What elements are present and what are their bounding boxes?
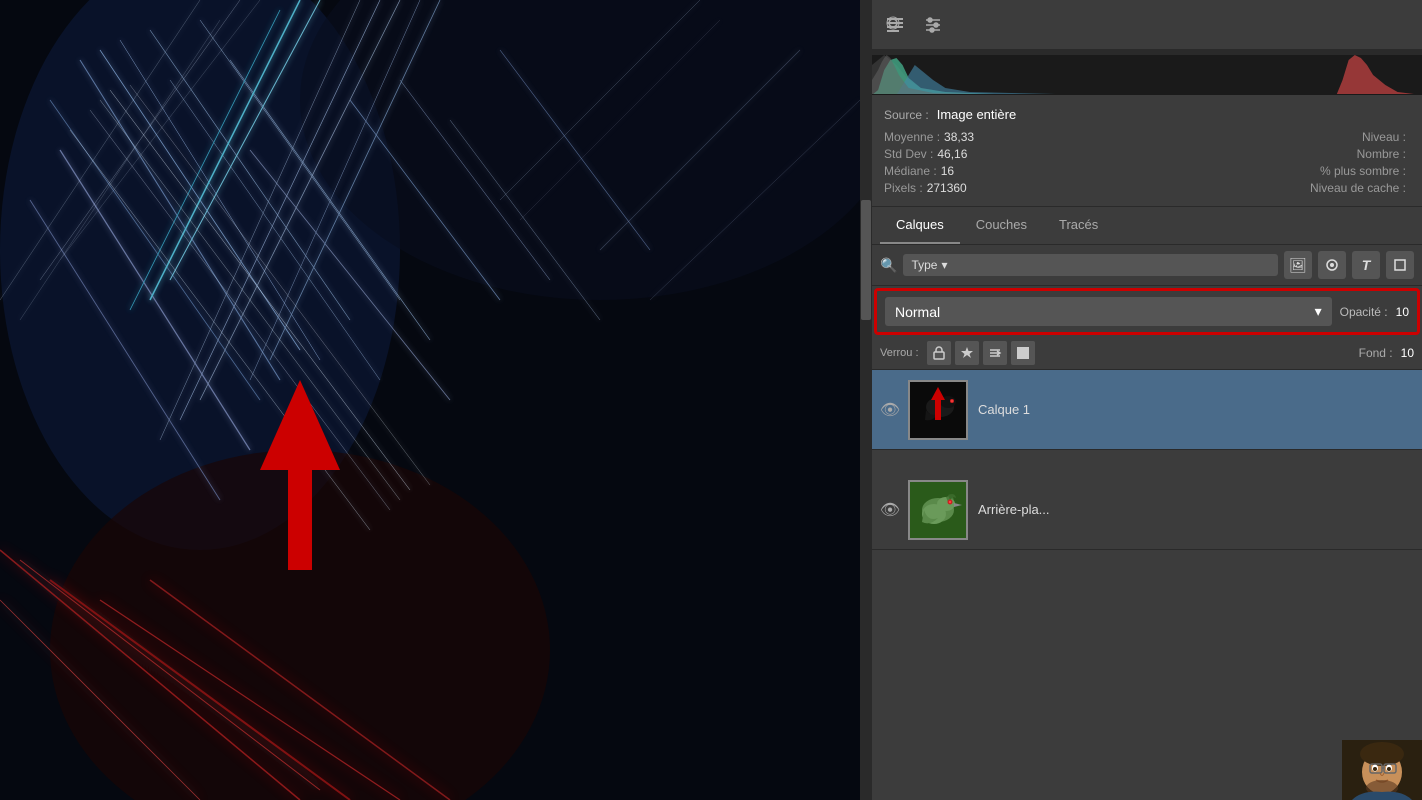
- fond-label: Fond :: [1359, 346, 1393, 360]
- filter-adjust-icon[interactable]: [1318, 251, 1346, 279]
- verrou-icon-1[interactable]: [927, 341, 951, 365]
- moyenne-label: Moyenne :: [884, 130, 940, 144]
- layer-item-1[interactable]: 👁: [872, 470, 1422, 550]
- source-row: Source : Image entière: [884, 103, 1410, 126]
- webcam-thumbnail: [1342, 740, 1422, 800]
- layer-name-0: Calque 1: [978, 402, 1030, 417]
- type-filter-dropdown[interactable]: Type ▾: [903, 254, 1278, 276]
- verrou-icon-2[interactable]: [955, 341, 979, 365]
- layer-name-1: Arrière-pla...: [978, 502, 1050, 517]
- tabs-row: Calques Couches Tracés: [872, 207, 1422, 245]
- layer-visibility-1[interactable]: 👁: [880, 500, 900, 520]
- right-panel: Source : Image entière Moyenne : 38,33 N…: [872, 0, 1422, 800]
- nombre-stat: Nombre :: [1357, 147, 1410, 161]
- tab-couches[interactable]: Couches: [960, 207, 1043, 244]
- stats-row-1: Moyenne : 38,33 Niveau :: [884, 130, 1410, 144]
- scrollbar-thumb[interactable]: [861, 200, 871, 320]
- tab-calques[interactable]: Calques: [880, 207, 960, 244]
- stats-area: Source : Image entière Moyenne : 38,33 N…: [872, 95, 1422, 207]
- mediane-stat: Médiane : 16: [884, 164, 954, 178]
- mediane-label: Médiane :: [884, 164, 937, 178]
- fond-value: 10: [1401, 346, 1414, 360]
- layer-visibility-0[interactable]: 👁: [880, 400, 900, 420]
- nombre-label: Nombre :: [1357, 147, 1406, 161]
- blend-mode-row: Normal ▾ Opacité : 10: [874, 288, 1420, 335]
- moyenne-stat: Moyenne : 38,33: [884, 130, 974, 144]
- pixels-stat: Pixels : 271360: [884, 181, 967, 195]
- histogram-area: [872, 50, 1422, 95]
- layer-thumb-0: [908, 380, 968, 440]
- source-label: Source :: [884, 108, 929, 122]
- sliders-icon-btn[interactable]: [914, 6, 952, 44]
- pct-sombre-stat: % plus sombre :: [1320, 164, 1410, 178]
- canvas-art: [0, 0, 860, 800]
- verrou-icon-4[interactable]: [1011, 341, 1035, 365]
- filter-row: 🔍 Type ▾ 🖼 T: [872, 245, 1422, 286]
- stats-row-4: Pixels : 271360 Niveau de cache :: [884, 181, 1410, 195]
- pixels-value: 271360: [927, 181, 967, 195]
- stddev-value: 46,16: [937, 147, 967, 161]
- canvas-area: [0, 0, 860, 800]
- verrou-icon-3[interactable]: [983, 341, 1007, 365]
- layers-list: 👁 Calque 1: [872, 370, 1422, 800]
- filter-dropdown-arrow: ▾: [941, 258, 947, 272]
- stats-row-2: Std Dev : 46,16 Nombre :: [884, 147, 1410, 161]
- pixels-label: Pixels :: [884, 181, 923, 195]
- layer-item-0[interactable]: 👁 Calque 1: [872, 370, 1422, 450]
- search-icon: 🔍: [880, 257, 897, 274]
- filter-shape-icon[interactable]: [1386, 251, 1414, 279]
- filter-text-icon[interactable]: T: [1352, 251, 1380, 279]
- layer-thumb-1: [908, 480, 968, 540]
- stddev-stat: Std Dev : 46,16: [884, 147, 967, 161]
- mediane-value: 16: [941, 164, 954, 178]
- verrou-row: Verrou : Fond : 10: [872, 337, 1422, 370]
- blend-mode-value: Normal: [895, 304, 940, 320]
- niveau-cache-stat: Niveau de cache :: [1310, 181, 1410, 195]
- canvas-background: [0, 0, 860, 800]
- blend-mode-dropdown[interactable]: Normal ▾: [885, 297, 1332, 326]
- niveau-stat: Niveau :: [1362, 130, 1410, 144]
- niveau-cache-label: Niveau de cache :: [1310, 181, 1406, 195]
- top-toolbar: [872, 0, 1422, 50]
- layers-spacer: [872, 450, 1422, 470]
- verrou-label: Verrou :: [880, 347, 919, 359]
- layers-icon-btn[interactable]: [876, 6, 914, 44]
- type-filter-label: Type: [911, 258, 937, 272]
- opacite-value: 10: [1396, 305, 1409, 319]
- filter-image-icon[interactable]: 🖼: [1284, 251, 1312, 279]
- niveau-label: Niveau :: [1362, 130, 1406, 144]
- moyenne-value: 38,33: [944, 130, 974, 144]
- scrollbar[interactable]: [860, 0, 872, 800]
- stddev-label: Std Dev :: [884, 147, 933, 161]
- blend-dropdown-arrow: ▾: [1315, 303, 1322, 320]
- source-value: Image entière: [937, 107, 1017, 122]
- stats-row-3: Médiane : 16 % plus sombre :: [884, 164, 1410, 178]
- tab-traces[interactable]: Tracés: [1043, 207, 1114, 244]
- opacite-label: Opacité :: [1340, 305, 1388, 319]
- pct-sombre-label: % plus sombre :: [1320, 164, 1406, 178]
